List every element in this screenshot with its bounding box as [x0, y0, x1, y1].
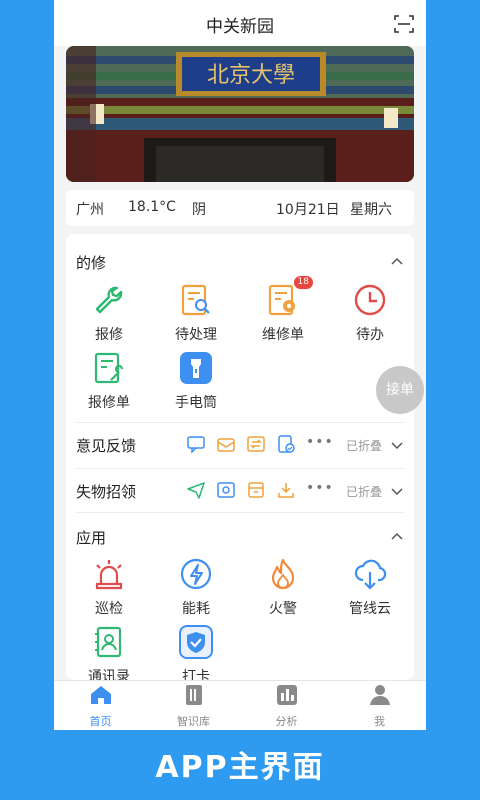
grid-item-guanxianyun[interactable]: 管线云 — [330, 556, 410, 618]
grid-item-daichuli[interactable]: 待处理 — [156, 282, 236, 344]
main-card: 的修 报修 待处理 18 维修单 待办 报修单 手电筒 意见反馈 ••• 已折叠… — [66, 234, 414, 680]
grid-item-nenghao[interactable]: 能耗 — [156, 556, 236, 618]
tab-analysis[interactable]: 分析 — [240, 683, 333, 729]
weather-city: 广州 — [76, 202, 104, 218]
grid-item-daiban[interactable]: 待办 — [330, 282, 410, 344]
tab-label: 首页 — [89, 715, 112, 728]
grid-label: 报修 — [95, 327, 123, 343]
weather-temp: 18.1°C — [128, 199, 176, 215]
grid-item-baoxiu[interactable]: 报修 — [69, 282, 149, 344]
scan-icon[interactable] — [394, 14, 414, 34]
badge-count: 18 — [293, 276, 313, 289]
divider — [76, 512, 404, 513]
chat-icon — [187, 436, 205, 454]
tab-label: 分析 — [275, 715, 298, 728]
grid-label: 巡检 — [95, 601, 123, 617]
doc-check-icon — [278, 435, 295, 453]
grid-label: 能耗 — [182, 601, 210, 617]
grid-item-weixiudan[interactable]: 18 维修单 — [243, 276, 323, 344]
photo-search-icon — [217, 482, 235, 498]
grid-item-tongxunlu[interactable]: 通讯录 — [69, 624, 149, 680]
chevron-up-icon[interactable] — [390, 255, 404, 269]
tab-bar: 首页 智识库 分析 我 — [54, 680, 426, 730]
grid-label: 火警 — [269, 601, 297, 617]
send-icon — [187, 482, 205, 499]
flashlight-icon — [178, 350, 214, 386]
box-icon — [248, 482, 264, 498]
grid-label: 报修单 — [88, 395, 130, 411]
tab-label: 我 — [374, 715, 385, 728]
more-dots[interactable]: ••• — [306, 434, 334, 450]
app-title: 中关新园 — [206, 17, 274, 37]
chart-icon — [276, 685, 297, 705]
grid-item-flashlight[interactable]: 手电筒 — [156, 350, 236, 412]
user-icon — [369, 685, 390, 705]
folded-label: 已折叠 — [346, 439, 383, 453]
grid-label: 手电筒 — [175, 395, 217, 411]
grid-label: 待办 — [356, 327, 384, 343]
section-title-dexiu: 的修 — [76, 254, 107, 272]
tab-me[interactable]: 我 — [333, 683, 426, 729]
grid-label: 打卡 — [182, 669, 210, 680]
chevron-down-icon[interactable] — [390, 438, 404, 452]
tab-label: 智识库 — [177, 715, 210, 728]
folded-label: 已折叠 — [346, 485, 383, 499]
weather-weekday: 星期六 — [350, 202, 392, 218]
cloud-download-icon — [352, 556, 388, 592]
transfer-icon — [247, 436, 265, 452]
home-icon — [90, 686, 111, 704]
weather-condition: 阴 — [192, 202, 206, 218]
accept-order-button[interactable]: 接单 — [376, 366, 424, 414]
grid-item-xunjian[interactable]: 巡检 — [69, 556, 149, 618]
weather-bar: 广州 18.1°C 阴 10月21日 星期六 — [66, 190, 414, 226]
tab-library[interactable]: 智识库 — [147, 683, 240, 729]
doc-gear-icon: 18 — [265, 276, 313, 318]
clock-icon — [352, 282, 388, 318]
grid-item-huojing[interactable]: 火警 — [243, 556, 323, 618]
chevron-down-icon[interactable] — [390, 484, 404, 498]
doc-search-icon — [178, 282, 214, 318]
grid-item-daka[interactable]: 打卡 — [156, 624, 236, 680]
plaque-text: 北京大學 — [207, 63, 295, 88]
mail-icon — [217, 438, 235, 452]
gate-photo: 北京大學 — [66, 46, 414, 182]
library-icon — [185, 685, 202, 705]
row-lost-found[interactable]: 失物招领 ••• 已折叠 — [76, 468, 404, 512]
grid-label: 待处理 — [175, 327, 217, 343]
weather-date: 10月21日 — [276, 202, 340, 218]
doc-wrench-icon — [91, 350, 127, 386]
section-title-apps: 应用 — [76, 529, 107, 547]
row-feedback[interactable]: 意见反馈 ••• 已折叠 — [76, 422, 404, 466]
chevron-up-icon[interactable] — [390, 530, 404, 544]
siren-icon — [91, 556, 127, 592]
grid-label: 管线云 — [349, 601, 391, 617]
grid-item-baoxiudan[interactable]: 报修单 — [69, 350, 149, 412]
phone-screen: 中关新园 北京大學 广州 18.1°C 阴 10月21日 星期六 的修 报修 待… — [54, 0, 426, 730]
checkin-icon — [178, 624, 214, 660]
contacts-icon — [91, 624, 127, 660]
grid-label: 维修单 — [262, 327, 304, 343]
banner-image[interactable]: 北京大學 — [66, 46, 414, 182]
grid-label: 通讯录 — [88, 669, 130, 680]
bolt-icon — [178, 556, 214, 592]
wrench-icon — [91, 282, 127, 318]
download-tray-icon — [278, 483, 294, 498]
tab-home[interactable]: 首页 — [54, 683, 147, 729]
more-dots[interactable]: ••• — [306, 480, 334, 496]
caption-text: APP主界面 — [155, 750, 325, 785]
top-bar: 中关新园 — [54, 0, 426, 46]
row-title: 失物招领 — [76, 483, 137, 501]
row-title: 意见反馈 — [76, 437, 137, 455]
fire-icon — [265, 556, 301, 592]
